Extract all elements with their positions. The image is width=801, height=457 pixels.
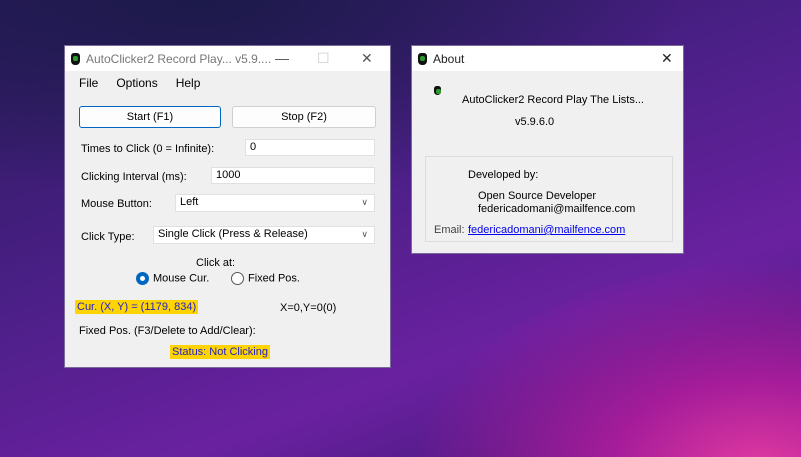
menu-bar: File Options Help [79, 76, 200, 90]
times-input[interactable]: 0 [245, 139, 375, 156]
start-button[interactable]: Start (F1) [79, 106, 221, 128]
mouse-button-select[interactable]: Left ∨ [175, 194, 375, 212]
click-at-label: Click at: [196, 257, 236, 269]
email-label: Email: [434, 224, 465, 236]
radio-mouse-label: Mouse Cur. [153, 272, 210, 285]
stop-button[interactable]: Stop (F2) [232, 106, 376, 128]
maximize-button[interactable]: ☐ [317, 50, 330, 67]
click-type-value: Single Click (Press & Release) [158, 228, 308, 240]
developed-by-label: Developed by: [468, 169, 539, 181]
fixed-pos-label: Fixed Pos. (F3/Delete to Add/Clear): [79, 325, 256, 337]
cursor-position: Cur. (X, Y) = (1179, 834) [75, 300, 199, 314]
about-dialog: About ✕ AutoClicker2 Record Play The Lis… [411, 45, 684, 254]
about-close-button[interactable]: ✕ [661, 50, 673, 67]
app-logo-icon [418, 52, 427, 65]
developer-email: federicadomani@mailfence.com [478, 203, 636, 215]
email-link[interactable]: federicadomani@mailfence.com [468, 224, 625, 236]
chevron-down-icon: ∨ [361, 197, 368, 207]
app-small-logo-icon [434, 86, 441, 95]
times-label: Times to Click (0 = Infinite): [81, 143, 215, 155]
about-title: About [433, 51, 465, 66]
mouse-button-label: Mouse Button: [81, 198, 152, 210]
chevron-down-icon: ∨ [361, 229, 368, 239]
menu-help[interactable]: Help [176, 76, 201, 90]
close-button[interactable]: ✕ [361, 50, 373, 67]
window-title: AutoClicker2 Record Play... v5.9.... [86, 51, 272, 66]
click-type-select[interactable]: Single Click (Press & Release) ∨ [153, 226, 375, 244]
xy-readout: X=0,Y=0(0) [280, 302, 337, 314]
about-title-bar[interactable]: About [412, 46, 683, 71]
developer-group: Developed by: Open Source Developer fede… [425, 156, 673, 242]
interval-label: Clicking Interval (ms): [81, 171, 187, 183]
radio-checked-icon [136, 272, 149, 285]
radio-fixed-position[interactable]: Fixed Pos. [231, 272, 300, 285]
app-logo-icon [71, 52, 80, 65]
developer-name: Open Source Developer [478, 190, 597, 202]
autoclicker-window: AutoClicker2 Record Play... v5.9.... — ☐… [64, 45, 391, 368]
minimize-button[interactable]: — [275, 50, 289, 66]
menu-file[interactable]: File [79, 76, 98, 90]
radio-mouse-cursor[interactable]: Mouse Cur. [136, 272, 209, 285]
radio-fixed-label: Fixed Pos. [248, 272, 300, 285]
about-app-name: AutoClicker2 Record Play The Lists... [462, 94, 644, 106]
radio-unchecked-icon [231, 272, 244, 285]
menu-options[interactable]: Options [116, 76, 157, 90]
about-version: v5.9.6.0 [515, 116, 555, 128]
interval-input[interactable]: 1000 [211, 167, 375, 184]
mouse-button-value: Left [180, 196, 199, 208]
click-type-label: Click Type: [81, 231, 135, 243]
status-badge: Status: Not Clicking [170, 345, 270, 359]
title-bar[interactable]: AutoClicker2 Record Play... v5.9.... [65, 46, 390, 71]
